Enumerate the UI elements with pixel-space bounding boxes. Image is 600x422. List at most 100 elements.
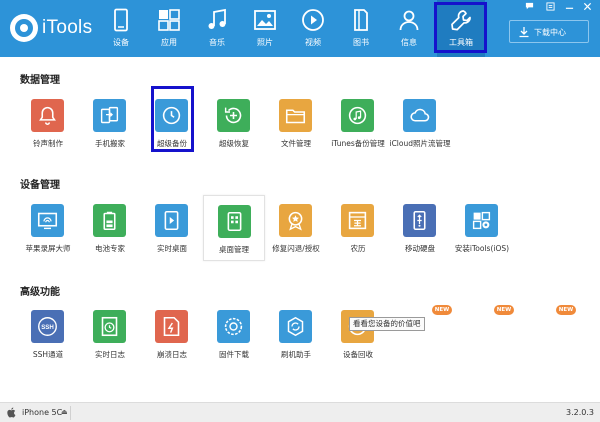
section-title-advanced: 高级功能 (20, 287, 60, 298)
nav-video[interactable]: 视频 (289, 0, 337, 57)
app-name: iTools (42, 17, 93, 38)
nav-video-label: 视频 (305, 38, 321, 47)
tool-repair-crash[interactable]: 修复闪退/授权 (265, 198, 327, 264)
itunes-backup-icon (348, 106, 367, 125)
tool-tile (93, 310, 126, 343)
tool-device-recycle[interactable]: 设备回收 (327, 304, 389, 370)
tool-tile (31, 204, 64, 237)
tool-realtime-log[interactable]: 实时日志 (79, 304, 141, 370)
nav-music-label: 音乐 (209, 38, 225, 47)
tool-label: 安装iTools(iOS) (454, 244, 510, 253)
feedback-icon[interactable] (522, 0, 537, 12)
photo-icon (254, 10, 276, 30)
tool-tile (279, 99, 312, 132)
play-circle-icon (302, 9, 324, 31)
phone-icon (114, 8, 128, 32)
download-center-label: 下载中心 (534, 28, 566, 37)
battery-icon (103, 211, 116, 231)
tool-itunes-backup[interactable]: iTunes备份管理 (327, 93, 389, 159)
download-center-button[interactable]: 下载中心 (509, 20, 589, 43)
nav-books-label: 图书 (353, 38, 369, 47)
nav-device-label: 设备 (113, 38, 129, 47)
svg-text:SSH: SSH (41, 324, 54, 331)
tool-tile (403, 99, 436, 132)
nav-apps[interactable]: 应用 (145, 0, 193, 57)
install-itools-icon (472, 211, 491, 230)
tool-ssh-channel[interactable]: SSH SSH通道 (17, 304, 79, 370)
tool-tile (155, 204, 188, 237)
flash-helper-icon (287, 316, 304, 337)
settings-menu-icon[interactable] (543, 0, 558, 12)
crash-log-icon (163, 316, 180, 337)
repair-badge-icon (288, 211, 303, 231)
app-logo: iTools (10, 14, 96, 42)
tool-tile (217, 310, 250, 343)
tool-desktop-manager[interactable]: 桌面管理 (203, 195, 265, 261)
tool-tile (341, 204, 374, 237)
tool-screen-recorder[interactable]: 苹果录屏大师 (17, 198, 79, 264)
tool-file-manager[interactable]: 文件管理 (265, 93, 327, 159)
apps-grid-icon (158, 9, 180, 31)
nav-device[interactable]: 设备 (97, 0, 145, 57)
tool-tile (218, 205, 251, 238)
tool-icloud-photostream[interactable]: iCloud照片流管理 (389, 93, 451, 159)
tool-tile: SSH (31, 310, 64, 343)
download-icon (519, 27, 529, 38)
tool-super-restore[interactable]: 超级恢复 (203, 93, 265, 159)
eject-icon[interactable]: ⏏ (61, 408, 68, 416)
nav-photos[interactable]: 照片 (241, 0, 289, 57)
bell-icon (39, 106, 56, 125)
person-icon (399, 10, 419, 31)
tool-tile (217, 99, 250, 132)
screen-cast-icon (37, 212, 58, 230)
tool-install-itools-ios[interactable]: 安装iTools(iOS) (451, 198, 513, 264)
phone-transfer-icon (100, 106, 119, 124)
tool-label: 设备回收 (343, 350, 373, 359)
nav-photos-label: 照片 (257, 38, 273, 47)
new-badge: NEW (556, 305, 576, 315)
super-backup-highlight-frame (151, 86, 194, 152)
section-title-device: 设备管理 (20, 180, 60, 191)
nav-music[interactable]: 音乐 (193, 0, 241, 57)
tool-tile (279, 204, 312, 237)
tool-mobile-drive[interactable]: 移动硬盘 (389, 198, 451, 264)
tool-phone-transfer[interactable]: 手机搬家 (79, 93, 141, 159)
desktop-grid-icon (227, 211, 242, 232)
tool-crash-log[interactable]: 崩溃日志 (141, 304, 203, 370)
new-badge: NEW (432, 305, 452, 315)
realtime-desktop-icon (164, 210, 179, 231)
tool-tile (93, 99, 126, 132)
tool-label: iCloud照片流管理 (389, 139, 451, 148)
nav-info[interactable]: 信息 (385, 0, 433, 57)
status-bar: iPhone 5C ⏏ 3.2.0.3 (0, 402, 600, 422)
tool-battery-expert[interactable]: 电池专家 (79, 198, 141, 264)
tool-realtime-desktop[interactable]: 实时桌面 (141, 198, 203, 264)
section-title-data: 数据管理 (20, 75, 60, 86)
restore-plus-icon (224, 107, 242, 124)
book-icon (354, 9, 368, 31)
tool-tile (279, 310, 312, 343)
tool-ringtone-maker[interactable]: 铃声制作 (17, 93, 79, 159)
tool-lunar-calendar[interactable]: 农历 (327, 198, 389, 264)
nav-info-label: 信息 (401, 38, 417, 47)
nav-books[interactable]: 图书 (337, 0, 385, 57)
tool-tile (341, 99, 374, 132)
ssh-icon: SSH (38, 317, 57, 336)
app-version: 3.2.0.3 (566, 408, 594, 417)
tool-flash-helper[interactable]: 刷机助手 (265, 304, 327, 370)
music-note-icon (208, 8, 226, 29)
itools-logo-icon (10, 14, 38, 42)
tool-tile (155, 310, 188, 343)
minimize-icon[interactable] (562, 0, 577, 12)
device-value-tooltip: 看看您设备的价值吧 (349, 317, 425, 331)
lunar-calendar-icon (348, 211, 367, 230)
cloud-icon (410, 108, 430, 122)
tool-firmware-download[interactable]: 固件下载 (203, 304, 265, 370)
close-icon[interactable] (580, 0, 595, 12)
toolbox-highlight-frame (434, 2, 487, 53)
apple-logo-icon (7, 407, 16, 418)
nav-apps-label: 应用 (161, 38, 177, 47)
tool-tile (465, 204, 498, 237)
realtime-log-icon (101, 316, 118, 337)
new-badge: NEW (494, 305, 514, 315)
